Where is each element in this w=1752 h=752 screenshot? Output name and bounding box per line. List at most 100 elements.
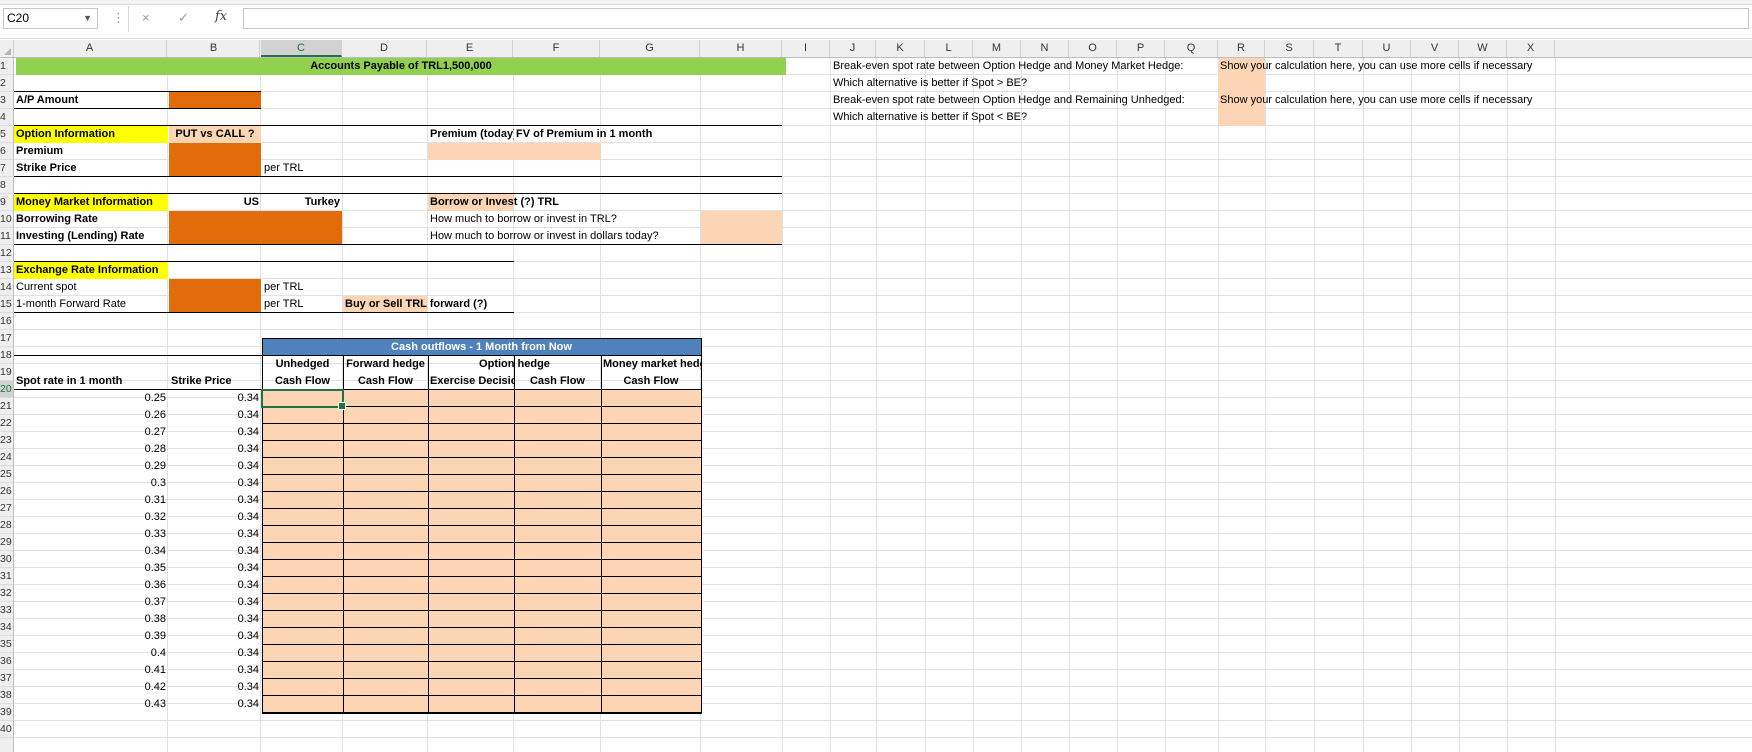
column-header[interactable]: D — [342, 40, 427, 57]
row-header[interactable]: 31 — [0, 568, 13, 585]
which-gt-label[interactable]: Which alternative is better if Spot > BE… — [831, 75, 1211, 92]
row-header[interactable]: 18 — [0, 347, 13, 364]
row-header[interactable]: 11 — [0, 228, 13, 245]
current-spot-label[interactable]: Current spot — [14, 279, 168, 296]
row-header[interactable]: 32 — [0, 585, 13, 602]
sheet-title[interactable]: Accounts Payable of TRL1,500,000 — [16, 58, 786, 75]
strike-price-cell[interactable]: 0.34 — [169, 594, 261, 611]
strike-price-cell[interactable]: 0.34 — [169, 492, 261, 509]
spot-rate-cell[interactable]: 0.28 — [14, 441, 168, 458]
column-header[interactable]: H — [700, 40, 782, 57]
row-header[interactable]: 4 — [0, 109, 13, 126]
column-header[interactable]: R — [1218, 40, 1265, 57]
row-header[interactable]: 22 — [0, 415, 13, 432]
row-header[interactable]: 35 — [0, 636, 13, 653]
column-header[interactable]: F — [513, 40, 600, 57]
row-header[interactable]: 33 — [0, 602, 13, 619]
row-header[interactable]: 1 — [0, 58, 13, 75]
row-header[interactable]: 37 — [0, 670, 13, 687]
spot-rate-header[interactable]: Spot rate in 1 month — [14, 373, 168, 390]
row-header[interactable]: 7 — [0, 160, 13, 177]
column-header[interactable]: N — [1021, 40, 1069, 57]
money-market-label[interactable]: Money Market Information — [14, 194, 168, 211]
strike-price-cell[interactable]: 0.34 — [169, 628, 261, 645]
row-header[interactable]: 3 — [0, 92, 13, 109]
strike-price-cell[interactable]: 0.34 — [169, 543, 261, 560]
us-label[interactable]: US — [169, 194, 261, 211]
column-header[interactable]: W — [1459, 40, 1507, 57]
column-header[interactable]: C — [261, 40, 342, 57]
borrowing-rate-label[interactable]: Borrowing Rate — [14, 211, 168, 228]
investing-rate-label[interactable]: Investing (Lending) Rate — [14, 228, 168, 245]
strike-price-cell[interactable]: 0.34 — [169, 662, 261, 679]
show-calc-2[interactable]: Show your calculation here, you can use … — [1218, 92, 1558, 109]
row-header[interactable]: 30 — [0, 551, 13, 568]
strike-price-cell[interactable]: 0.34 — [169, 696, 261, 713]
row-header[interactable]: 39 — [0, 704, 13, 721]
strike-price-cell[interactable]: 0.34 — [169, 645, 261, 662]
spot-rate-cell[interactable]: 0.36 — [14, 577, 168, 594]
per-trl-forward-label[interactable]: per TRL — [262, 296, 342, 313]
row-header[interactable]: 14 — [0, 279, 13, 296]
row-header[interactable]: 26 — [0, 483, 13, 500]
more-options-icon[interactable]: ⋮ — [112, 10, 125, 26]
column-header[interactable]: Q — [1165, 40, 1218, 57]
column-header[interactable]: T — [1314, 40, 1363, 57]
row-header[interactable]: 25 — [0, 466, 13, 483]
strike-price-cell[interactable]: 0.34 — [169, 407, 261, 424]
option-info-label[interactable]: Option Information — [14, 126, 168, 143]
cancel-icon[interactable]: × — [142, 10, 150, 26]
strike-price-cell[interactable]: 0.34 — [169, 441, 261, 458]
spot-rate-cell[interactable]: 0.32 — [14, 509, 168, 526]
row-header[interactable]: 34 — [0, 619, 13, 636]
spot-rate-cell[interactable]: 0.29 — [14, 458, 168, 475]
strike-price-cell[interactable]: 0.34 — [169, 679, 261, 696]
row-header[interactable]: 2 — [0, 75, 13, 92]
active-cell-indicator[interactable] — [261, 389, 346, 410]
column-header[interactable]: O — [1069, 40, 1117, 57]
formula-input[interactable] — [243, 8, 1749, 29]
spot-rate-cell[interactable]: 0.38 — [14, 611, 168, 628]
row-header[interactable]: 9 — [0, 194, 13, 211]
enter-icon[interactable]: ✓ — [178, 10, 189, 26]
insert-function-button[interactable]: fx — [215, 9, 227, 24]
column-header[interactable]: K — [876, 40, 925, 57]
how-much-trl-label[interactable]: How much to borrow or invest in TRL? — [428, 211, 688, 228]
strike-price-cell[interactable]: 0.34 — [169, 424, 261, 441]
row-header[interactable]: 8 — [0, 177, 13, 194]
column-header[interactable]: E — [427, 40, 513, 57]
column-header[interactable]: S — [1265, 40, 1314, 57]
row-header[interactable]: 23 — [0, 432, 13, 449]
column-header[interactable]: U — [1363, 40, 1411, 57]
row-header[interactable]: 12 — [0, 245, 13, 262]
premium-label[interactable]: Premium — [14, 143, 168, 160]
row-header[interactable]: 36 — [0, 653, 13, 670]
strike-price-cell[interactable]: 0.34 — [169, 509, 261, 526]
column-header[interactable]: I — [782, 40, 830, 57]
strike-price-cell[interactable]: 0.34 — [169, 560, 261, 577]
strike-price-cell[interactable]: 0.34 — [169, 526, 261, 543]
spot-rate-cell[interactable]: 0.25 — [14, 390, 168, 407]
strike-price-cell[interactable]: 0.34 — [169, 611, 261, 628]
spot-rate-cell[interactable]: 0.3 — [14, 475, 168, 492]
row-header[interactable]: 19 — [0, 364, 13, 381]
strike-price-label[interactable]: Strike Price — [14, 160, 168, 177]
column-header[interactable]: G — [600, 40, 700, 57]
spot-rate-cell[interactable]: 0.39 — [14, 628, 168, 645]
be-unhedged-label[interactable]: Break-even spot rate between Option Hedg… — [831, 92, 1211, 109]
column-header[interactable]: L — [925, 40, 973, 57]
row-header[interactable]: 5 — [0, 126, 13, 143]
strike-price-cell[interactable]: 0.34 — [169, 475, 261, 492]
spot-rate-cell[interactable]: 0.37 — [14, 594, 168, 611]
row-header[interactable]: 10 — [0, 211, 13, 228]
select-all-button[interactable] — [0, 40, 14, 57]
strike-price-cell[interactable]: 0.34 — [169, 577, 261, 594]
strike-price-cell[interactable]: 0.34 — [169, 390, 261, 407]
buy-sell-label[interactable]: Buy or Sell TRL forward (?) — [343, 296, 514, 313]
row-header[interactable]: 29 — [0, 534, 13, 551]
spot-rate-cell[interactable]: 0.4 — [14, 645, 168, 662]
row-header[interactable]: 6 — [0, 143, 13, 160]
spot-rate-cell[interactable]: 0.31 — [14, 492, 168, 509]
premium-today-label[interactable]: Premium (today) — [428, 126, 514, 143]
row-header[interactable]: 28 — [0, 517, 13, 534]
